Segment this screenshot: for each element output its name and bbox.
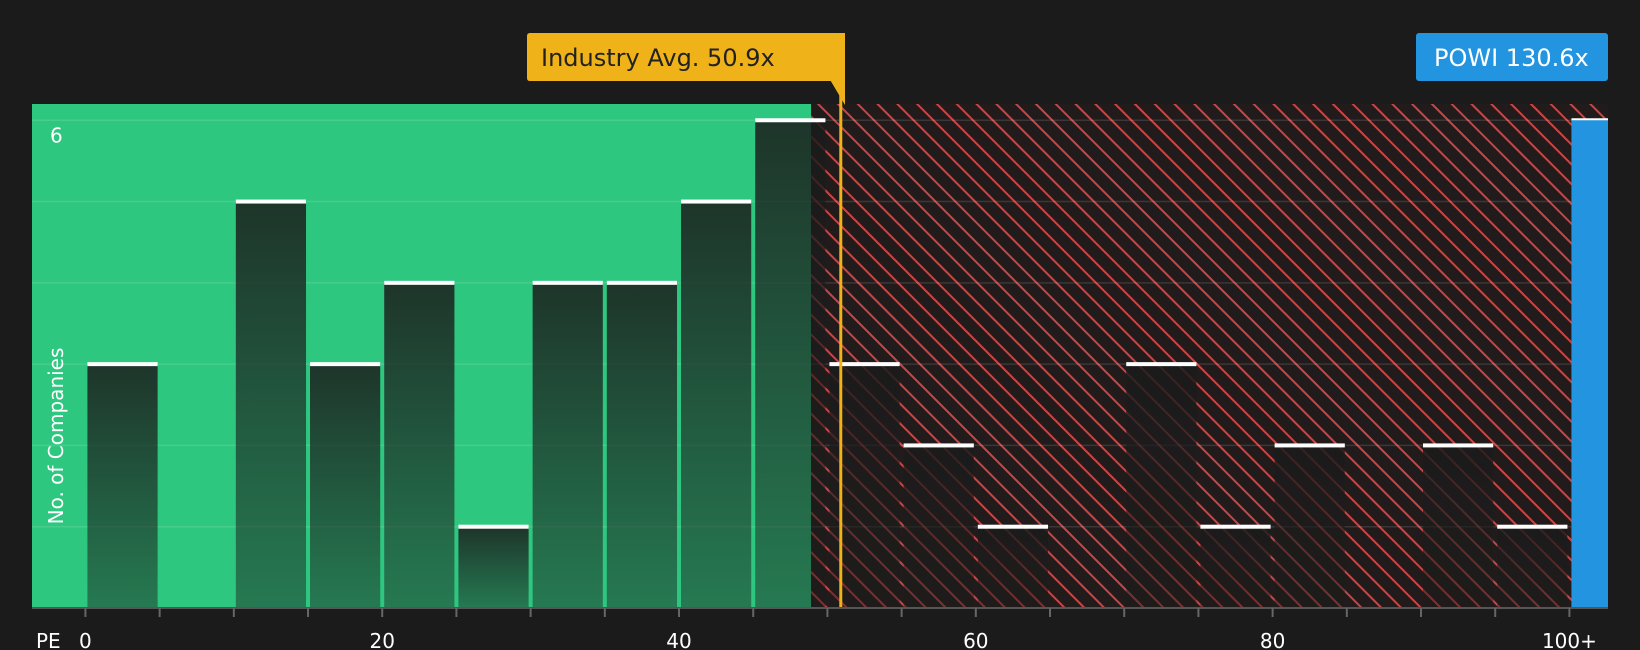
industry-average-callout: Industry Avg. 50.9x	[527, 33, 845, 105]
histogram-bar	[532, 282, 603, 608]
histogram-bar	[235, 201, 307, 608]
histogram-bar-cap	[532, 280, 603, 285]
company-pe-label: POWI 130.6x	[1434, 44, 1589, 72]
histogram-bar	[681, 201, 752, 608]
histogram-bar-cap	[903, 443, 974, 448]
histogram-bar	[1200, 526, 1271, 608]
x-axis-label: PE	[36, 629, 61, 650]
industry-average-label: Industry Avg. 50.9x	[541, 44, 775, 72]
histogram-bar-cap	[1423, 443, 1494, 448]
histogram-bar	[1423, 445, 1494, 608]
histogram-bar-cap	[1200, 524, 1271, 529]
company-callout: POWI 130.6x	[1416, 33, 1608, 81]
histogram-bar	[384, 282, 455, 608]
histogram-bar-cap	[1274, 443, 1345, 448]
y-tick-label: 6	[50, 123, 63, 147]
histogram-bar	[458, 526, 529, 608]
x-axis-ticks: 0 20 40 60 80 100+	[79, 608, 1597, 650]
histogram-bar	[977, 526, 1049, 608]
histogram-bar-cap	[606, 280, 678, 285]
histogram-bar	[755, 120, 826, 609]
histogram-bar	[606, 282, 678, 608]
company-bar	[1571, 120, 1608, 609]
x-tick-label: 100+	[1542, 629, 1597, 650]
x-tick-label: 60	[963, 629, 988, 650]
histogram-bar-cap	[384, 280, 455, 285]
histogram-bar-cap	[235, 199, 307, 204]
x-tick-label: 40	[666, 629, 691, 650]
histogram-bar-cap	[310, 362, 381, 367]
histogram-bar	[310, 364, 381, 608]
histogram-bar	[1126, 364, 1197, 608]
x-tick-label: 0	[79, 629, 92, 650]
x-tick-label: 20	[369, 629, 394, 650]
histogram-bar-cap	[458, 524, 529, 529]
histogram-bar	[1497, 526, 1568, 608]
histogram-bar-cap	[755, 118, 826, 123]
y-axis-label: No. of Companies	[44, 348, 68, 525]
histogram-bar-cap	[977, 524, 1049, 529]
histogram-bar	[903, 445, 974, 608]
histogram-bar	[1274, 445, 1345, 608]
histogram-bar	[87, 364, 158, 608]
histogram-bar-cap	[1126, 362, 1197, 367]
x-tick-label: 80	[1260, 629, 1285, 650]
pe-ratio-histogram: 0 20 40 60 80 100+ 6 No. of Companies PE Indu…	[32, 33, 1608, 650]
histogram-bar-cap	[87, 362, 158, 367]
histogram-bar-cap	[1497, 524, 1568, 529]
histogram-bar-cap	[681, 199, 752, 204]
